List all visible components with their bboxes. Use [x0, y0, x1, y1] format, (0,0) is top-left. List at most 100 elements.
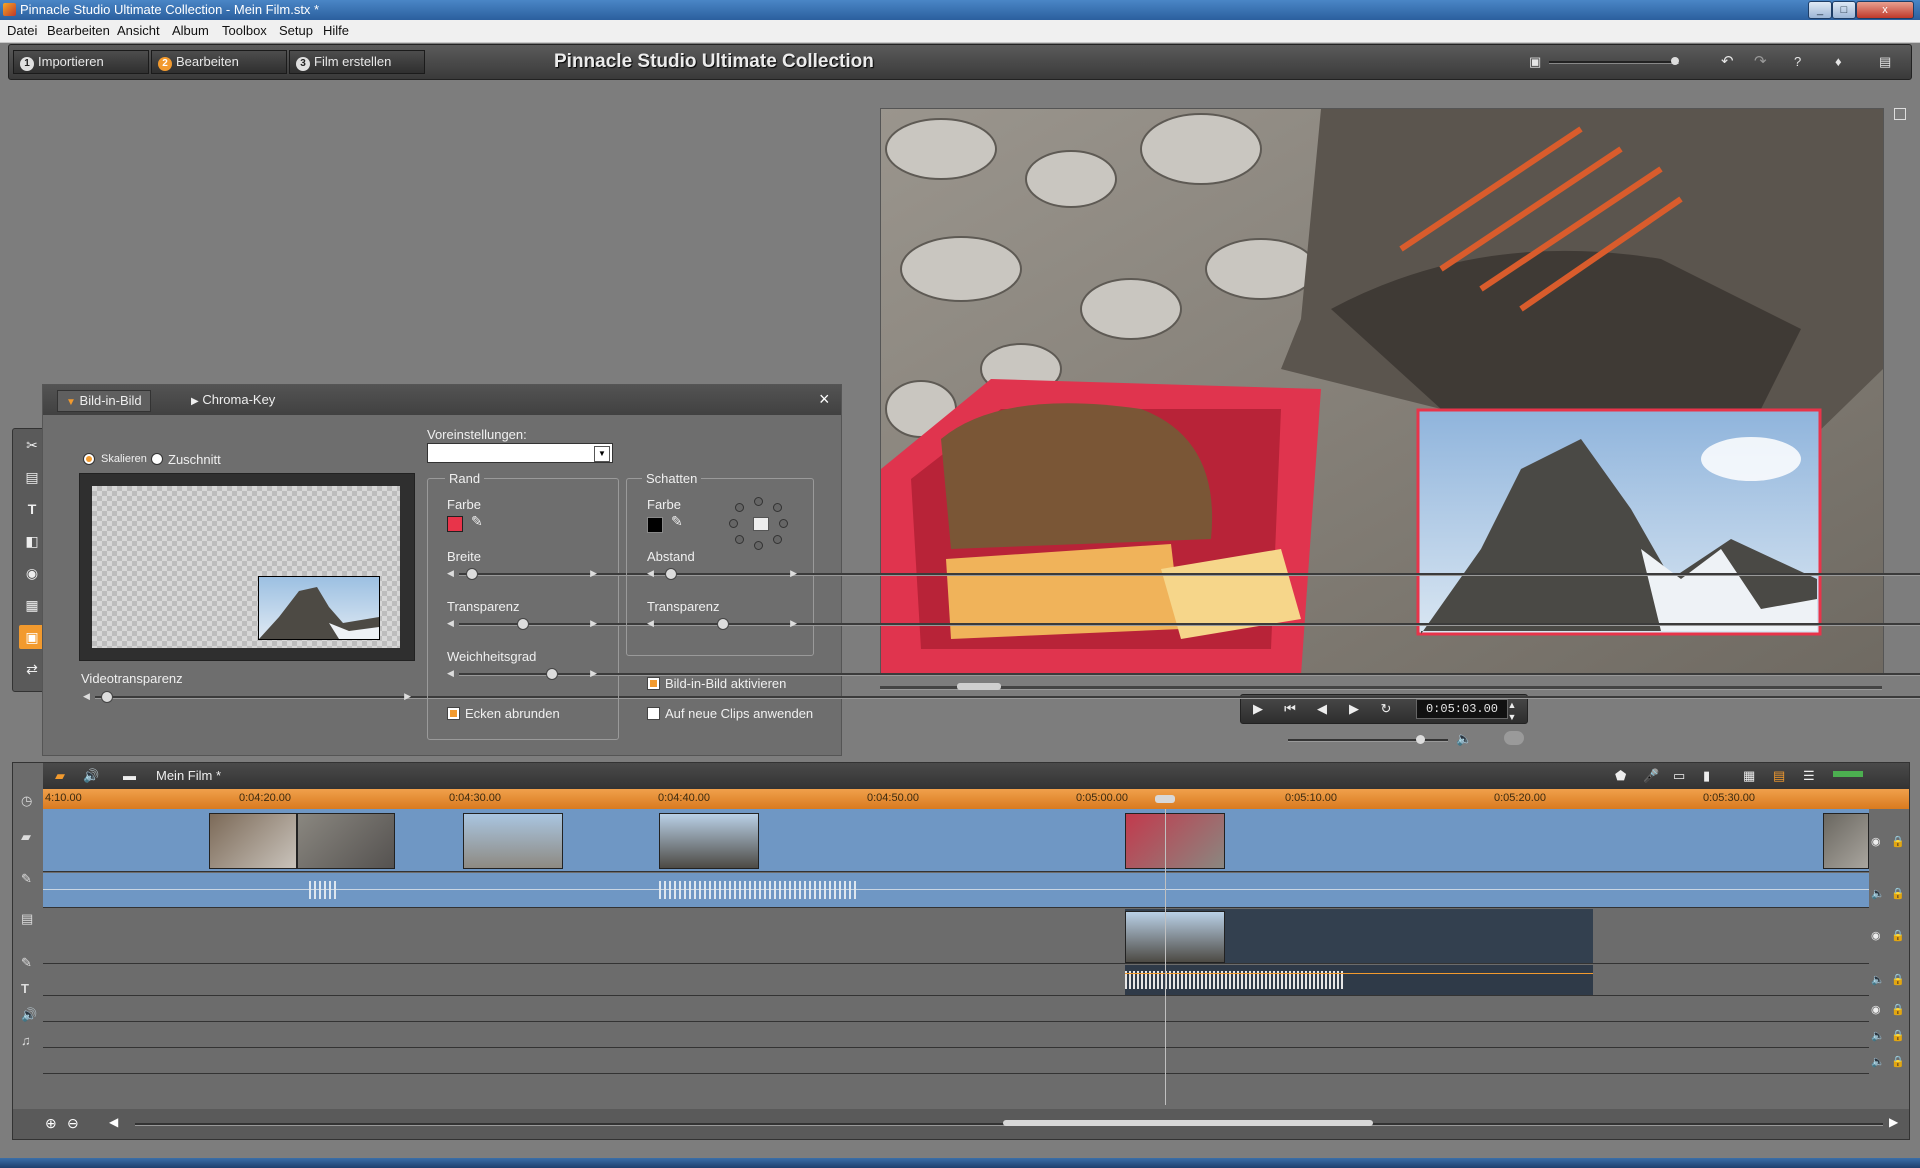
- video-clip[interactable]: [1125, 813, 1225, 869]
- toolbox-icon[interactable]: ▤: [1879, 54, 1891, 70]
- direction-e[interactable]: [779, 519, 788, 528]
- arrow-right-icon[interactable]: ▶: [790, 618, 797, 629]
- speaker-icon[interactable]: 🔈: [1871, 1055, 1885, 1068]
- arrow-left-icon[interactable]: ◀: [647, 568, 654, 579]
- storyboard-view-icon[interactable]: ▦: [1743, 768, 1755, 784]
- hint-icon[interactable]: ♦: [1835, 54, 1842, 69]
- timeline-view-icon[interactable]: ▤: [1773, 768, 1785, 784]
- arrow-left-icon[interactable]: ◀: [447, 618, 454, 629]
- arrow-right-icon[interactable]: ▶: [790, 568, 797, 579]
- shadow-color-swatch[interactable]: [647, 517, 663, 533]
- arrow-left-icon[interactable]: ◀: [83, 691, 90, 702]
- volume-line[interactable]: [1125, 973, 1593, 974]
- menu-datei[interactable]: Datei: [7, 23, 37, 38]
- video-clip[interactable]: [209, 813, 297, 869]
- scroll-right-icon[interactable]: ▶: [1889, 1115, 1898, 1129]
- list-view-icon[interactable]: ☰: [1803, 768, 1815, 784]
- eyedropper-icon[interactable]: ✎: [671, 513, 683, 530]
- speaker-icon[interactable]: 🔈: [1456, 731, 1472, 747]
- music-track[interactable]: [43, 1049, 1869, 1074]
- pip-canvas[interactable]: [92, 486, 400, 648]
- lock-icon[interactable]: 🔒: [1891, 1003, 1905, 1016]
- video-clip[interactable]: [659, 813, 759, 869]
- border-softness-slider[interactable]: ◀ ▶: [447, 668, 1920, 680]
- lock-icon[interactable]: 🔒: [1891, 929, 1905, 942]
- shadow-distance-slider[interactable]: ◀ ▶: [647, 568, 1920, 580]
- chevron-down-icon[interactable]: ▼: [594, 446, 610, 462]
- video-preview[interactable]: [880, 108, 1884, 676]
- tab-chroma-key[interactable]: ▶ Chroma-Key: [183, 390, 283, 410]
- timecode-field[interactable]: 0:05:03.00: [1416, 699, 1508, 719]
- shadow-transparency-slider[interactable]: ◀ ▶: [647, 618, 1920, 630]
- menu-ansicht[interactable]: Ansicht: [117, 23, 160, 38]
- direction-s[interactable]: [754, 541, 763, 550]
- snapshot-icon[interactable]: ▭: [1673, 768, 1685, 784]
- folder-icon[interactable]: ▬: [123, 768, 136, 783]
- video-track[interactable]: [43, 809, 1869, 872]
- overlay-track[interactable]: [43, 909, 1869, 964]
- direction-se[interactable]: [773, 535, 782, 544]
- skip-start-icon[interactable]: ⏮: [1279, 699, 1301, 719]
- marker-icon[interactable]: ⬟: [1615, 768, 1626, 784]
- border-transparency-slider[interactable]: ◀ ▶: [447, 618, 1920, 630]
- arrow-right-icon[interactable]: ▶: [404, 691, 411, 702]
- direction-n[interactable]: [754, 497, 763, 506]
- video-clip[interactable]: [1823, 813, 1869, 869]
- menu-hilfe[interactable]: Hilfe: [323, 23, 349, 38]
- tab-importieren[interactable]: 1 Importieren: [13, 50, 149, 74]
- timecode-down-icon[interactable]: ▼: [1505, 707, 1519, 727]
- enable-pip-checkbox[interactable]: [647, 677, 660, 690]
- volume-slider[interactable]: [1288, 735, 1448, 744]
- arrow-right-icon[interactable]: ▶: [590, 618, 597, 629]
- lock-icon[interactable]: 🔒: [1891, 887, 1905, 900]
- speaker-icon[interactable]: 🔈: [1871, 887, 1885, 900]
- redo-icon[interactable]: ↷: [1754, 52, 1767, 70]
- direction-ne[interactable]: [773, 503, 782, 512]
- video-clip[interactable]: [463, 813, 563, 869]
- minimize-button[interactable]: _: [1808, 1, 1832, 19]
- menu-setup[interactable]: Setup: [279, 23, 313, 38]
- slider-knob[interactable]: [546, 668, 558, 680]
- pip-thumbnail[interactable]: [258, 576, 380, 640]
- direction-nw[interactable]: [735, 503, 744, 512]
- direction-sw[interactable]: [735, 535, 744, 544]
- radio-crop[interactable]: [151, 453, 163, 465]
- round-corners-checkbox[interactable]: [447, 707, 460, 720]
- volume-knob[interactable]: [1416, 735, 1426, 744]
- video-clip[interactable]: [297, 813, 395, 869]
- slider-knob[interactable]: [664, 568, 677, 580]
- preview-size-knob[interactable]: [1671, 57, 1679, 65]
- slider-knob[interactable]: [465, 568, 478, 580]
- audio-track[interactable]: [43, 873, 1869, 908]
- title-track[interactable]: [43, 997, 1869, 1022]
- arrow-right-icon[interactable]: ▶: [590, 568, 597, 579]
- menu-bearbeiten[interactable]: Bearbeiten: [47, 23, 110, 38]
- slider-knob[interactable]: [100, 691, 113, 703]
- undo-icon[interactable]: ↶: [1721, 52, 1734, 70]
- menu-album[interactable]: Album: [172, 23, 209, 38]
- tab-bild-in-bild[interactable]: ▼ Bild-in-Bild: [57, 390, 151, 412]
- tab-film-erstellen[interactable]: 3 Film erstellen: [289, 50, 425, 74]
- arrow-left-icon[interactable]: ◀: [647, 618, 654, 629]
- preview-size-icon[interactable]: ▣: [1529, 54, 1541, 70]
- step-forward-icon[interactable]: ▶: [1343, 699, 1365, 719]
- overlay-clip[interactable]: [1125, 911, 1225, 963]
- arrow-left-icon[interactable]: ◀: [447, 668, 454, 679]
- radio-scale[interactable]: [83, 453, 95, 465]
- playhead-handle[interactable]: [1155, 795, 1175, 803]
- slider-knob[interactable]: [717, 618, 729, 630]
- loop-icon[interactable]: ↻: [1375, 699, 1397, 719]
- lock-icon[interactable]: 🔒: [1891, 1055, 1905, 1068]
- timeline-scrollbar[interactable]: [135, 1120, 1883, 1126]
- trash-icon[interactable]: ▮: [1703, 768, 1710, 784]
- voiceover-icon[interactable]: 🎤: [1643, 768, 1659, 784]
- menu-toolbox[interactable]: Toolbox: [222, 23, 267, 38]
- maximize-button[interactable]: □: [1832, 1, 1856, 19]
- video-transparency-slider[interactable]: ◀ ▶: [83, 691, 1920, 703]
- direction-w[interactable]: [729, 519, 738, 528]
- border-color-swatch[interactable]: [447, 516, 463, 532]
- eye-icon[interactable]: ◉: [1871, 929, 1881, 942]
- help-icon[interactable]: ?: [1794, 54, 1801, 69]
- arrow-right-icon[interactable]: ▶: [590, 668, 597, 679]
- preview-scrubber[interactable]: [880, 683, 1882, 690]
